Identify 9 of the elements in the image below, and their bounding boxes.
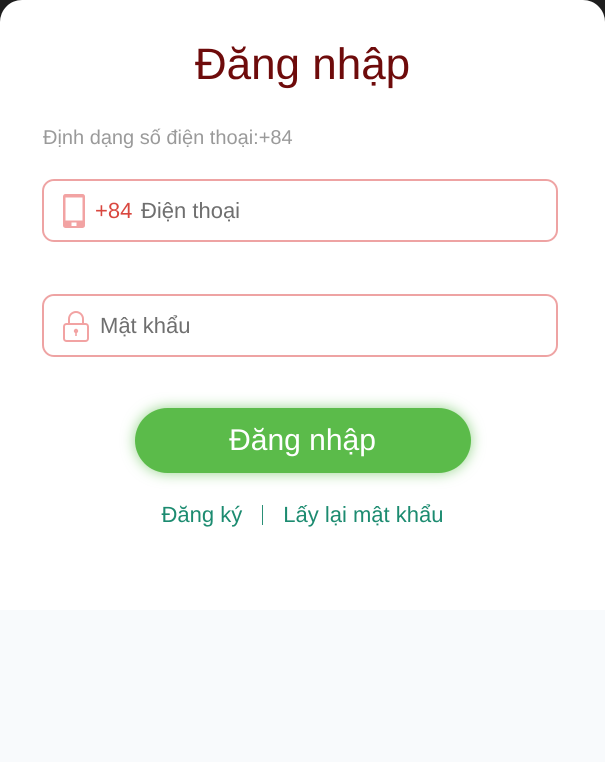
- page-title: Đăng nhập: [194, 39, 410, 91]
- phone-icon: [63, 194, 85, 228]
- phone-format-hint: Định dạng số điện thoại:+84: [43, 126, 293, 151]
- login-button[interactable]: Đăng nhập: [134, 408, 470, 473]
- password-field[interactable]: Mật khẩu: [42, 294, 558, 357]
- recover-password-link[interactable]: Lấy lại mật khẩu: [283, 500, 444, 530]
- country-code: +84: [95, 196, 132, 224]
- lock-icon: [63, 310, 89, 342]
- register-link[interactable]: Đăng ký: [162, 500, 242, 530]
